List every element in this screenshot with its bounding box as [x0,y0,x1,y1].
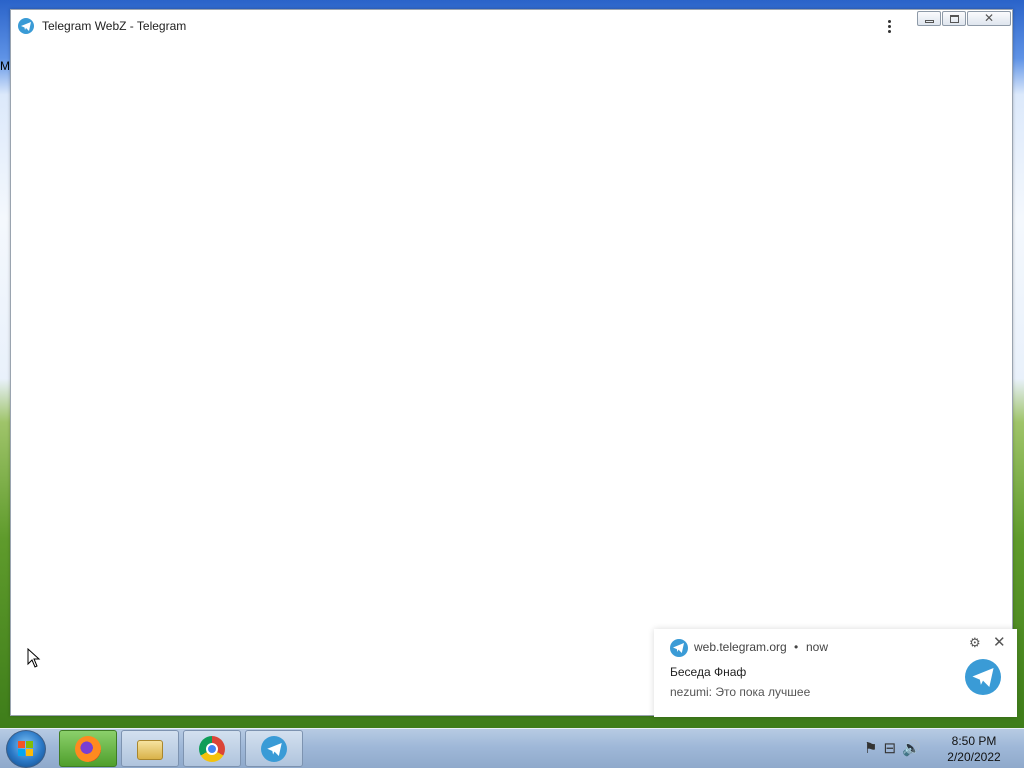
telegram-icon [18,18,34,34]
notification-close-icon[interactable]: ✕ [993,633,1006,651]
taskbar-firefox[interactable] [59,730,117,767]
clock-date: 2/20/2022 [947,750,1001,764]
telegram-logo-icon [965,659,1001,695]
system-tray: ⚑ ⊟ 🔊 [864,739,921,759]
firefox-icon [75,736,101,762]
mouse-cursor-icon [27,648,41,668]
notification-time: now [806,640,829,654]
window-controls: ✕ [917,11,1012,28]
window-titlebar[interactable]: Telegram WebZ - Telegram ✕ [11,10,1012,40]
notification-settings-icon[interactable]: ⚙ [969,635,981,651]
restore-icon [950,15,959,23]
action-center-flag-icon[interactable]: ⚑ [864,739,877,759]
telegram-icon [670,639,688,657]
network-icon[interactable]: ⊟ [883,739,896,759]
taskbar-chrome[interactable] [183,730,241,767]
notification-source: web.telegram.org [694,640,787,654]
taskbar: ⚑ ⊟ 🔊 8:50 PM 2/20/2022 [0,728,1024,768]
more-options-icon[interactable] [883,18,895,38]
taskbar-telegram[interactable] [245,730,303,767]
folder-icon [137,740,163,760]
windows-logo-icon [18,741,34,757]
close-button[interactable]: ✕ [967,11,1011,26]
telegram-icon [261,736,287,762]
notification-separator: • [794,640,799,654]
volume-icon[interactable]: 🔊 [902,739,921,759]
close-icon: ✕ [983,11,995,25]
notification-toast[interactable]: web.telegram.org • now ⚙ ✕ Беседа Фнаф n… [654,629,1017,717]
telegram-window: Telegram WebZ - Telegram ✕ [10,9,1013,716]
taskbar-file-explorer[interactable] [121,730,179,767]
chrome-icon [199,736,225,762]
start-button[interactable] [6,730,46,768]
clock-time: 8:50 PM [951,734,997,748]
web-content-area[interactable] [11,40,1012,715]
minimize-icon [925,20,934,23]
taskbar-clock[interactable]: 8:50 PM 2/20/2022 [938,733,1010,765]
minimize-button[interactable] [917,11,941,26]
notification-body: nezumi: Это пока лучшее [670,685,811,699]
notification-title: Беседа Фнаф [670,665,747,679]
window-title: Telegram WebZ - Telegram [42,19,187,33]
restore-button[interactable] [942,11,966,26]
